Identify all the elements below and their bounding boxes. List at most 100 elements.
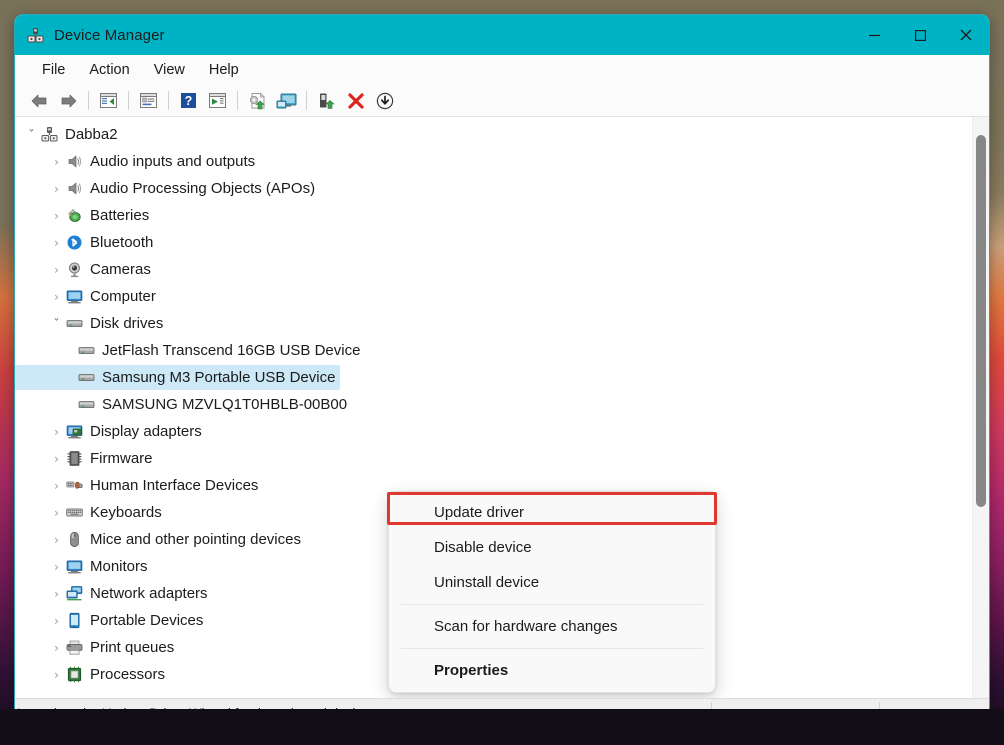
tree-node-cameras[interactable]: › Cameras — [15, 256, 973, 283]
keyboard-icon — [65, 504, 83, 522]
tree-node-computer[interactable]: › Computer — [15, 283, 973, 310]
menu-action[interactable]: Action — [78, 59, 140, 81]
context-menu-item-properties[interactable]: Properties — [389, 653, 715, 688]
disable-device-icon[interactable] — [370, 88, 399, 114]
scan-for-hardware-changes-icon[interactable] — [243, 88, 272, 114]
tree-node-label: Firmware — [90, 450, 153, 467]
monitor-icon — [65, 288, 83, 306]
title-bar-left: Device Manager — [15, 27, 165, 44]
tree-node-jetflash-transcend[interactable]: JetFlash Transcend 16GB USB Device — [15, 337, 973, 364]
monitor-icon — [65, 558, 83, 576]
disk-drive-icon — [65, 315, 83, 333]
menu-view[interactable]: View — [143, 59, 196, 81]
window-controls — [851, 15, 989, 55]
tree-node-label: Print queues — [90, 639, 175, 656]
chevron-right-icon[interactable]: › — [48, 237, 65, 249]
chevron-right-icon[interactable]: › — [48, 588, 65, 600]
vertical-scrollbar[interactable] — [972, 117, 989, 698]
chevron-right-icon[interactable]: › — [48, 453, 65, 465]
status-bar-divider — [711, 702, 712, 724]
printer-icon — [65, 639, 83, 657]
menu-help[interactable]: Help — [198, 59, 250, 81]
tree-node-firmware[interactable]: › Firmware — [15, 445, 973, 472]
toolbar-separator — [128, 91, 129, 110]
chevron-right-icon[interactable]: › — [48, 291, 65, 303]
context-menu-item-scan-for-hardware-changes[interactable]: Scan for hardware changes — [389, 609, 715, 644]
tree-node-dabba2[interactable]: ˇ Dabba2 — [15, 121, 973, 148]
chevron-expanded-icon[interactable]: ˇ — [23, 129, 40, 141]
display-adapter-icon — [65, 423, 83, 441]
context-menu: Update driver Disable device Uninstall d… — [388, 491, 716, 693]
tree-node-label: Dabba2 — [65, 126, 118, 143]
help-icon[interactable]: ? — [174, 88, 203, 114]
chevron-right-icon[interactable]: › — [48, 210, 65, 222]
chevron-right-icon[interactable]: › — [48, 264, 65, 276]
tree-node-audio-inputs-and-outputs[interactable]: › Audio inputs and outputs — [15, 148, 973, 175]
toolbar-separator — [306, 91, 307, 110]
hid-icon — [65, 477, 83, 495]
chevron-right-icon[interactable]: › — [48, 156, 65, 168]
chevron-right-icon[interactable]: › — [48, 507, 65, 519]
tree-node-label: Display adapters — [90, 423, 202, 440]
context-menu-separator — [401, 604, 703, 605]
tree-node-disk-drives[interactable]: ˇ Disk drives — [15, 310, 973, 337]
tree-node-samsung-m3-portable-usb-device[interactable]: Samsung M3 Portable USB Device — [15, 364, 973, 391]
back-icon[interactable] — [25, 88, 54, 114]
tree-node-label: Processors — [90, 666, 166, 683]
tree-node-display-adapters[interactable]: › Display adapters — [15, 418, 973, 445]
desktop-wallpaper: Device Manager File Action View Help ? ˇ… — [0, 0, 1004, 745]
maximize-button[interactable] — [897, 15, 943, 55]
chevron-right-icon[interactable]: › — [48, 669, 65, 681]
chevron-right-icon[interactable]: › — [48, 561, 65, 573]
tree-node-label: Mice and other pointing devices — [90, 531, 301, 548]
portable-device-icon — [65, 612, 83, 630]
tree-node-label: Portable Devices — [90, 612, 204, 629]
tree-node-label: Batteries — [90, 207, 150, 224]
device-manager-window: Device Manager File Action View Help ? ˇ… — [14, 14, 990, 728]
uninstall-device-icon[interactable] — [341, 88, 370, 114]
tree-node-audio-processing-objects[interactable]: › Audio Processing Objects (APOs) — [15, 175, 973, 202]
chevron-right-icon[interactable]: › — [48, 426, 65, 438]
update-driver-icon[interactable] — [203, 88, 232, 114]
tree-node-label: Audio inputs and outputs — [90, 153, 256, 170]
status-bar-divider — [879, 702, 880, 724]
camera-icon — [65, 261, 83, 279]
context-menu-item-uninstall-device[interactable]: Uninstall device — [389, 565, 715, 600]
device-manager-icon — [27, 27, 44, 44]
window-title: Device Manager — [54, 26, 165, 44]
toolbar: ? — [15, 85, 989, 117]
tree-node-label: Keyboards — [90, 504, 162, 521]
status-bar: Launches the Update Driver Wizard for th… — [15, 698, 989, 727]
chevron-right-icon[interactable]: › — [48, 642, 65, 654]
disk-drive-icon — [77, 369, 95, 387]
properties-icon[interactable] — [134, 88, 163, 114]
tree-node-bluetooth[interactable]: › Bluetooth — [15, 229, 973, 256]
firmware-chip-icon — [65, 450, 83, 468]
chevron-right-icon[interactable]: › — [48, 534, 65, 546]
toolbar-separator — [237, 91, 238, 110]
device-tree-panel: ˇ Dabba2 › Audio inputs and outputs › Au… — [15, 117, 989, 698]
chevron-right-icon[interactable]: › — [48, 615, 65, 627]
forward-icon[interactable] — [54, 88, 83, 114]
menu-file[interactable]: File — [31, 59, 76, 81]
show-all-devices-icon[interactable] — [272, 88, 301, 114]
svg-text:?: ? — [185, 94, 193, 108]
minimize-button[interactable] — [851, 15, 897, 55]
tree-node-batteries[interactable]: › Batteries — [15, 202, 973, 229]
tree-node-samsung-mzvlq1t0hblb[interactable]: SAMSUNG MZVLQ1T0HBLB-00B00 — [15, 391, 973, 418]
chevron-expanded-icon[interactable]: ˇ — [48, 318, 65, 330]
show-hide-console-tree-icon[interactable] — [94, 88, 123, 114]
menu-bar: File Action View Help — [15, 55, 989, 85]
chevron-right-icon[interactable]: › — [48, 183, 65, 195]
context-menu-item-update-driver[interactable]: Update driver — [389, 495, 715, 530]
disk-drive-icon — [77, 342, 95, 360]
tree-node-label: Cameras — [90, 261, 151, 278]
tree-node-label: Monitors — [90, 558, 148, 575]
context-menu-item-disable-device[interactable]: Disable device — [389, 530, 715, 565]
scrollbar-thumb[interactable] — [976, 135, 986, 507]
close-button[interactable] — [943, 15, 989, 55]
enable-device-icon[interactable] — [312, 88, 341, 114]
tree-node-label: Human Interface Devices — [90, 477, 259, 494]
battery-icon — [65, 207, 83, 225]
chevron-right-icon[interactable]: › — [48, 480, 65, 492]
